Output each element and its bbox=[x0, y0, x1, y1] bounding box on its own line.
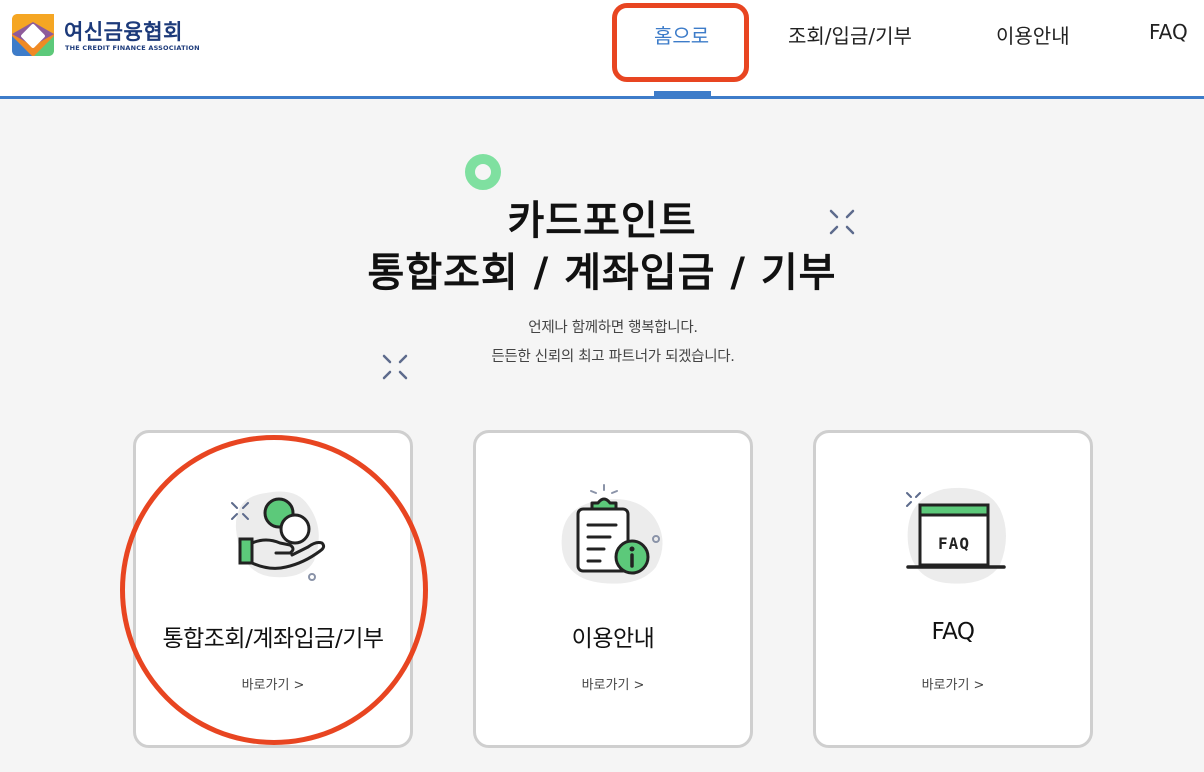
annotation-highlight-box bbox=[612, 3, 749, 82]
card-inquiry-deposit-donate[interactable]: 통합조회/계좌입금/기부 바로가기 > bbox=[133, 430, 413, 748]
card-title: 통합조회/계좌입금/기부 bbox=[162, 626, 384, 652]
go-link[interactable]: 바로가기 > bbox=[136, 674, 410, 693]
nav-active-indicator bbox=[654, 91, 711, 96]
green-ring-decoration bbox=[465, 154, 501, 190]
logo[interactable]: 여신금융협회 THE CREDIT FINANCE ASSOCIATION bbox=[12, 14, 212, 58]
nav-usage-guide[interactable]: 이용안내 bbox=[996, 20, 1070, 49]
hand-coins-icon bbox=[231, 491, 326, 581]
site-header: 여신금융협회 THE CREDIT FINANCE ASSOCIATION 홈으… bbox=[0, 0, 1204, 99]
nav-faq[interactable]: FAQ bbox=[1149, 20, 1188, 44]
hero-title-line2: 통합조회 / 계좌입금 / 기부 bbox=[367, 250, 837, 296]
hero-title-line1: 카드포인트 bbox=[507, 198, 697, 244]
hero-subtitle-line1: 언제나 함께하면 행복합니다. bbox=[528, 320, 698, 336]
clipboard-info-icon bbox=[561, 484, 663, 584]
nav-inquiry-deposit-donate[interactable]: 조회/입금/기부 bbox=[788, 20, 912, 49]
hero-subtitle-line2: 든든한 신뢰의 최고 파트너가 되겠습니다. bbox=[491, 349, 735, 365]
logo-name-en: THE CREDIT FINANCE ASSOCIATION bbox=[65, 44, 200, 52]
card-usage-guide[interactable]: 이용안내 바로가기 > bbox=[473, 430, 753, 748]
card-title: 이용안내 bbox=[571, 626, 655, 652]
go-link[interactable]: 바로가기 > bbox=[476, 674, 750, 693]
logo-name-kr: 여신금융협회 bbox=[64, 20, 183, 44]
logo-mark-icon bbox=[12, 14, 54, 56]
faq-window-icon: FAQ bbox=[906, 487, 1006, 584]
go-link[interactable]: 바로가기 > bbox=[816, 674, 1090, 693]
faq-icon-text: FAQ bbox=[938, 534, 970, 553]
card-faq[interactable]: FAQ FAQ 바로가기 > bbox=[813, 430, 1093, 748]
card-title: FAQ bbox=[931, 619, 975, 645]
